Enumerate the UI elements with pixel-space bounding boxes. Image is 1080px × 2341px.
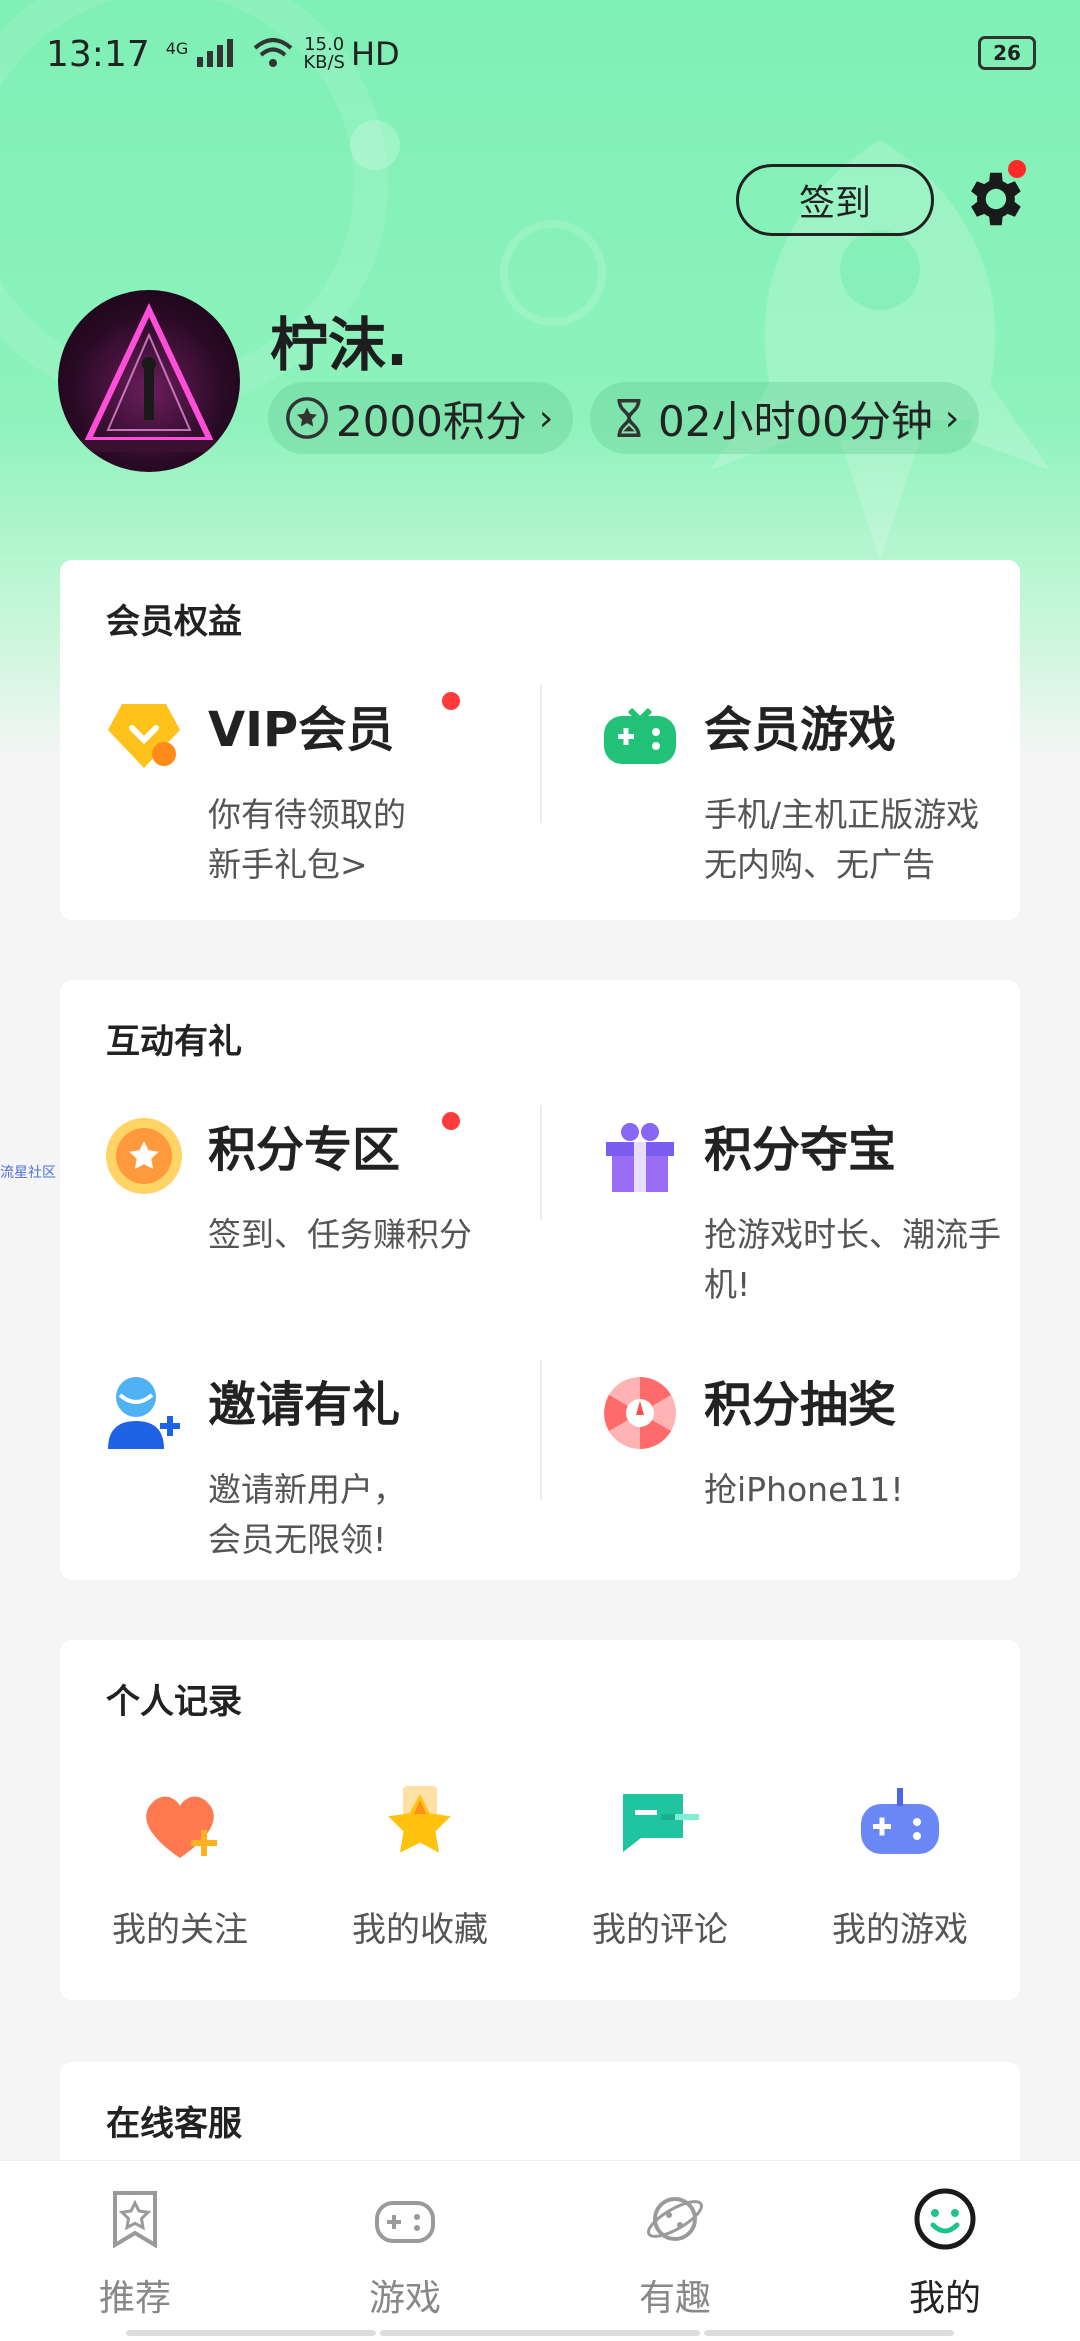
points-medal-icon [106, 1118, 182, 1194]
bookmark-star-icon [113, 2191, 157, 2249]
planet-icon [647, 2197, 703, 2241]
avatar-image [78, 302, 220, 452]
record-label: 我的游戏 [832, 1910, 968, 1950]
notification-dot [442, 692, 460, 710]
item-title: 积分抽奖 [704, 1377, 897, 1433]
network-speed: 15.0 KB/S [303, 36, 345, 72]
my-follows-item[interactable]: 我的关注 [80, 1780, 280, 1951]
points-pill[interactable]: 2000积分 › [268, 382, 574, 454]
chevron-right-icon: › [538, 397, 554, 439]
hd-indicator: HD [350, 35, 400, 73]
points-lottery-item[interactable]: 积分抽奖 抢iPhone11! [600, 1365, 1020, 1565]
my-favorites-item[interactable]: 我的收藏 [320, 1780, 520, 1951]
network-speed-unit: KB/S [303, 52, 345, 73]
gesture-bar [380, 2330, 700, 2336]
settings-badge [1008, 160, 1026, 178]
lottery-wheel-icon [604, 1377, 676, 1449]
settings-button[interactable] [958, 160, 1028, 234]
personal-records-card: 个人记录 我的关注 我的收藏 我的评论 我的游戏 [60, 1640, 1020, 2000]
signin-button[interactable]: 签到 [736, 164, 934, 236]
vip-badge-icon [108, 704, 180, 768]
item-desc: 手机/主机正版游戏 无内购、无广告 [704, 795, 980, 884]
member-benefits-card: 会员权益 VIP会员 你有待领取的 新手礼包> 会员游戏 手机/主机正版游戏 无… [60, 560, 1020, 920]
tab-mine[interactable]: 我的 [855, 2161, 1035, 2341]
invite-item[interactable]: 邀请有礼 邀请新用户， 会员无限领! [104, 1365, 524, 1565]
gesture-bar [126, 2330, 376, 2336]
tab-fun[interactable]: 有趣 [585, 2161, 765, 2341]
interaction-rewards-card: 互动有礼 积分专区 签到、任务赚积分 积分夺宝 抢游戏时长、潮流手 机! 邀请有… [60, 980, 1020, 1580]
smiley-icon [914, 2188, 976, 2250]
card-title: 个人记录 [106, 1682, 242, 1722]
battery-icon: 26 [978, 36, 1036, 70]
decor-circle [500, 220, 606, 326]
tab-label: 我的 [908, 2278, 981, 2319]
gamepad-icon [375, 2201, 435, 2243]
time-pill[interactable]: 02小时00分钟 › [590, 382, 980, 454]
item-desc: 抢游戏时长、潮流手 机! [704, 1215, 1001, 1304]
tab-label: 推荐 [98, 2278, 171, 2319]
chevron-right-icon: › [944, 397, 960, 439]
invite-user-icon [108, 1377, 180, 1449]
vip-member-item[interactable]: VIP会员 你有待领取的 新手礼包> [104, 690, 524, 890]
avatar[interactable] [58, 290, 240, 472]
tab-label: 有趣 [638, 2278, 711, 2319]
hourglass-icon [617, 399, 641, 437]
tab-label: 游戏 [368, 2278, 441, 2319]
item-title: 积分夺宝 [704, 1122, 897, 1178]
decor-circle [350, 120, 400, 170]
item-desc: 签到、任务赚积分 [208, 1215, 472, 1254]
gamepad-icon [861, 1788, 939, 1854]
divider [540, 685, 542, 823]
username: 柠沫. [270, 311, 409, 379]
item-desc: 抢iPhone11! [704, 1470, 904, 1509]
wifi-icon [254, 38, 293, 67]
record-label: 我的收藏 [352, 1910, 488, 1950]
network-type: 4G [165, 39, 189, 58]
item-title: 积分专区 [208, 1122, 401, 1178]
record-label: 我的评论 [592, 1910, 728, 1950]
record-label: 我的关注 [112, 1910, 248, 1950]
star-circle-icon [286, 397, 328, 439]
item-title: 邀请有礼 [208, 1377, 401, 1433]
notification-dot [442, 1112, 460, 1130]
status-time: 13:17 [46, 33, 150, 75]
my-comments-item[interactable]: 我的评论 [560, 1780, 760, 1951]
points-treasure-item[interactable]: 积分夺宝 抢游戏时长、潮流手 机! [600, 1110, 1020, 1310]
divider [540, 1360, 542, 1500]
card-title: 会员权益 [106, 602, 242, 642]
card-title: 互动有礼 [106, 1022, 242, 1062]
gift-box-icon [606, 1123, 674, 1192]
heart-icon [146, 1796, 217, 1858]
item-desc: 邀请新用户， 会员无限领! [208, 1470, 406, 1559]
comment-icon [623, 1794, 699, 1852]
item-title: VIP会员 [208, 702, 395, 758]
tab-recommend[interactable]: 推荐 [45, 2161, 225, 2341]
tab-games[interactable]: 游戏 [315, 2161, 495, 2341]
item-title: 会员游戏 [704, 702, 897, 758]
time-left-value: 02小时00分钟 [658, 396, 933, 446]
star-icon [388, 1786, 451, 1853]
my-games-item[interactable]: 我的游戏 [800, 1780, 1000, 1951]
points-zone-item[interactable]: 积分专区 签到、任务赚积分 [104, 1110, 524, 1310]
gesture-bar [704, 2330, 954, 2336]
item-desc: 你有待领取的 新手礼包> [208, 795, 406, 884]
status-bar: 13:17 4G 15.0 KB/S HD 26 [46, 30, 1036, 78]
card-title: 在线客服 [106, 2104, 242, 2144]
community-side-tag[interactable]: 流星社区 [0, 1162, 56, 1182]
bottom-tab-bar: 推荐 游戏 有趣 我的 [0, 2160, 1080, 2341]
gamepad-icon [604, 707, 676, 764]
member-games-item[interactable]: 会员游戏 手机/主机正版游戏 无内购、无广告 [600, 690, 1020, 890]
divider [540, 1105, 542, 1220]
cellular-signal-icon: 4G [166, 39, 236, 69]
points-value: 2000积分 [336, 396, 527, 446]
